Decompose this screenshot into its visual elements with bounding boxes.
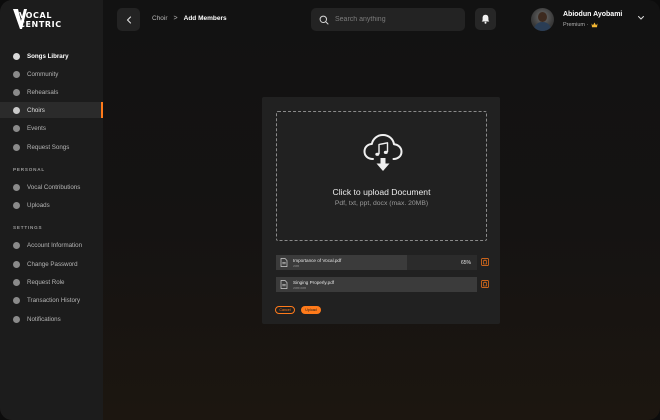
bell-icon — [481, 14, 490, 24]
sidebar-item-label: Choirs — [27, 106, 45, 114]
user-name: Abiodun Ayobami — [563, 11, 623, 18]
sidebar-item-request-songs[interactable]: Request Songs — [0, 139, 103, 155]
breadcrumb-current: Add Members — [183, 15, 227, 22]
brand-line-2: CENTRIC — [19, 20, 62, 29]
avatar[interactable] — [531, 8, 554, 31]
file-size: 2MB — [293, 264, 300, 268]
request-icon — [13, 143, 20, 151]
upload-icon — [13, 201, 20, 209]
trash-icon[interactable] — [481, 258, 489, 266]
upload-card: Click to upload Document Pdf, txt, ppt, … — [262, 97, 500, 324]
sidebar-item-label: Uploads — [27, 201, 50, 209]
notifications-button[interactable] — [475, 8, 496, 30]
history-icon — [13, 296, 20, 304]
upload-dropzone[interactable]: Click to upload Document Pdf, txt, ppt, … — [276, 111, 487, 241]
search-icon — [319, 15, 329, 24]
file-size: 2MB/3MB — [293, 286, 307, 290]
sidebar-item-label: Change Password — [27, 260, 78, 268]
account-icon — [13, 241, 20, 249]
role-icon — [13, 278, 20, 286]
file-name: Singing Properly.pdf — [293, 280, 335, 285]
sidebar-item-events[interactable]: Events — [0, 120, 103, 136]
crown-icon — [591, 22, 598, 28]
user-tier: Premium · — [563, 22, 598, 28]
sidebar-item-transaction-history[interactable]: Transaction History — [0, 292, 103, 308]
choir-icon — [13, 106, 20, 114]
microphone-icon — [13, 88, 20, 96]
section-heading-personal: PERSONAL — [13, 167, 45, 172]
document-icon — [280, 258, 288, 267]
section-heading-settings: SETTINGS — [13, 225, 43, 230]
active-indicator — [101, 102, 103, 118]
bell-icon — [13, 315, 20, 323]
sidebar-item-label: Notifications — [27, 315, 61, 323]
sidebar-item-community[interactable]: Community — [0, 66, 103, 82]
sidebar-item-label: Request Songs — [27, 143, 70, 151]
sidebar: VOCAL CENTRIC Songs Library Community Re… — [0, 0, 103, 420]
upload-subtitle: Pdf, txt, ppt, docx (max. 20MB) — [334, 200, 429, 207]
sidebar-item-rehearsals[interactable]: Rehearsals — [0, 84, 103, 100]
sidebar-item-change-password[interactable]: Change Password — [0, 256, 103, 272]
sidebar-item-vocal-contributions[interactable]: Vocal Contributions — [0, 179, 103, 195]
vocal-icon — [13, 183, 20, 191]
file-progress-label: 65% — [461, 260, 472, 266]
calendar-icon — [13, 124, 20, 132]
breadcrumb-separator: > — [173, 15, 178, 22]
chevron-down-icon[interactable] — [637, 15, 645, 21]
sidebar-item-label: Request Role — [27, 278, 65, 286]
brand-line-1: VOCAL — [19, 11, 53, 20]
sidebar-item-label: Transaction History — [27, 296, 81, 304]
brand-logo[interactable]: VOCAL CENTRIC — [13, 9, 73, 31]
trash-icon[interactable] — [481, 280, 489, 288]
sidebar-item-songs-library[interactable]: Songs Library — [0, 48, 103, 64]
app-window: VOCAL CENTRIC Songs Library Community Re… — [0, 0, 660, 420]
sidebar-item-label: Events — [27, 124, 46, 132]
cancel-button[interactable]: Cancel — [275, 306, 295, 314]
file-name: Importance of Vocal.pdf — [293, 258, 342, 263]
sidebar-item-label: Community — [27, 70, 59, 78]
back-button[interactable] — [117, 8, 140, 31]
document-icon — [280, 280, 288, 289]
search-box — [311, 8, 465, 31]
upload-button[interactable]: Upload — [301, 306, 321, 314]
music-note-icon — [13, 52, 20, 60]
sidebar-item-choirs[interactable]: Choirs — [0, 102, 103, 118]
sidebar-item-label: Vocal Contributions — [27, 183, 81, 191]
sidebar-item-label: Songs Library — [27, 52, 69, 60]
breadcrumb-parent[interactable]: Choir — [152, 15, 168, 22]
user-tier-label: Premium · — [563, 22, 589, 28]
people-icon — [13, 70, 20, 78]
sidebar-item-account-information[interactable]: Account Information — [0, 237, 103, 253]
sidebar-item-label: Rehearsals — [27, 88, 59, 96]
chevron-left-icon — [126, 15, 131, 24]
sidebar-item-request-role[interactable]: Request Role — [0, 274, 103, 290]
lock-icon — [13, 260, 20, 268]
sidebar-item-notifications[interactable]: Notifications — [0, 311, 103, 327]
search-input[interactable] — [335, 16, 455, 23]
breadcrumb: Choir > Add Members — [152, 15, 227, 22]
sidebar-item-uploads[interactable]: Uploads — [0, 197, 103, 213]
sidebar-item-label: Account Information — [27, 241, 83, 249]
cloud-upload-music-icon — [363, 134, 403, 171]
upload-title: Click to upload Document — [332, 187, 431, 197]
